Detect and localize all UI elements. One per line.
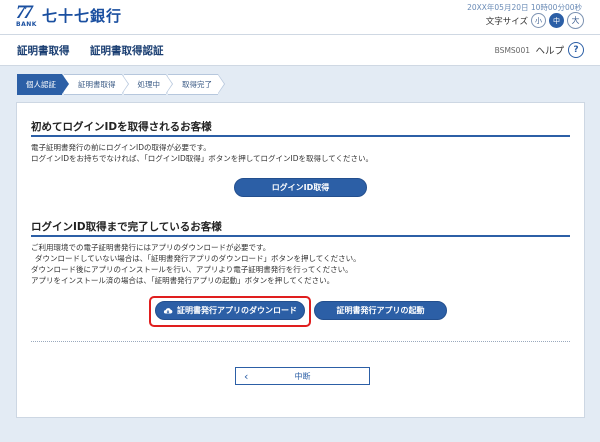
help-label: ヘルプ: [535, 46, 564, 57]
cloud-download-icon: [163, 307, 173, 313]
section2-title: ログインID取得まで完了しているお客様: [31, 221, 222, 233]
font-size-selector: 文字サイズ 小 中 大: [486, 12, 584, 29]
section2-divider: [31, 235, 570, 237]
chevron-left-icon: ‹: [244, 370, 249, 383]
help-icon: ?: [568, 42, 584, 58]
page-title: 証明書取得認証: [90, 45, 164, 57]
launch-app-button[interactable]: 証明書発行アプリの起動: [314, 301, 447, 320]
cancel-label: 中断: [294, 371, 311, 381]
progress-steps: 個人認証 証明書取得 処理中 取得完了: [17, 74, 225, 95]
font-size-large-button[interactable]: 大: [567, 12, 584, 29]
page-category: 証明書取得: [17, 45, 70, 57]
step-processing: 処理中: [123, 74, 173, 95]
section2-line: ダウンロードしていない場合は、「証明書発行アプリのダウンロード」ボタンを押してく…: [35, 254, 361, 263]
step-certificate-acquisition: 証明書取得: [64, 74, 128, 95]
bank-logo[interactable]: 77 BANK 七十七銀行: [16, 2, 123, 29]
divider: [31, 341, 570, 342]
login-id-acquire-button[interactable]: ログインID取得: [234, 178, 367, 197]
help-link[interactable]: ヘルプ ?: [535, 42, 584, 58]
section1-divider: [31, 135, 570, 137]
bank-name: 七十七銀行: [42, 7, 123, 25]
section2-line: ご利用環境での電子証明書発行にはアプリのダウンロードが必要です。: [31, 243, 271, 252]
section1-line: ログインIDをお持ちでなければ、「ログインID取得」ボタンを押してログインIDを…: [31, 154, 374, 163]
logo-bank-text: BANK: [16, 21, 37, 28]
section1-title: 初めてログインIDを取得されるお客様: [31, 121, 212, 133]
step-personal-auth: 個人認証: [17, 74, 69, 95]
font-size-medium-button[interactable]: 中: [549, 13, 564, 28]
section1-text: 電子証明書発行の前にログインIDの取得が必要です。 ログインIDをお持ちでなけれ…: [31, 142, 373, 164]
screen-id: BSMS001: [494, 46, 530, 55]
download-app-button[interactable]: 証明書発行アプリのダウンロード: [155, 301, 305, 320]
font-size-small-button[interactable]: 小: [531, 13, 546, 28]
cancel-button[interactable]: ‹ 中断: [235, 367, 370, 385]
download-app-label: 証明書発行アプリのダウンロード: [177, 306, 297, 315]
step-complete: 取得完了: [168, 74, 225, 95]
section2-line: アプリをインストール済の場合は、「証明書発行アプリの起動」ボタンを押してください…: [31, 276, 335, 285]
section1-line: 電子証明書発行の前にログインIDの取得が必要です。: [31, 143, 211, 152]
font-size-label: 文字サイズ: [485, 16, 528, 27]
page-header: 証明書取得 証明書取得認証 BSMS001 ヘルプ ?: [0, 34, 600, 66]
main-card: 初めてログインIDを取得されるお客様 電子証明書発行の前にログインIDの取得が必…: [16, 102, 585, 418]
section2-text: ご利用環境での電子証明書発行にはアプリのダウンロードが必要です。 ダウンロードし…: [31, 242, 361, 286]
top-bar: 77 BANK 七十七銀行 20XX年05月20日 10時00分00秒 文字サイ…: [0, 0, 600, 34]
logo-mark: 77 BANK: [16, 2, 40, 29]
section2-line: ダウンロード後にアプリのインストールを行い、アプリより電子証明書発行を行ってくだ…: [31, 265, 353, 274]
